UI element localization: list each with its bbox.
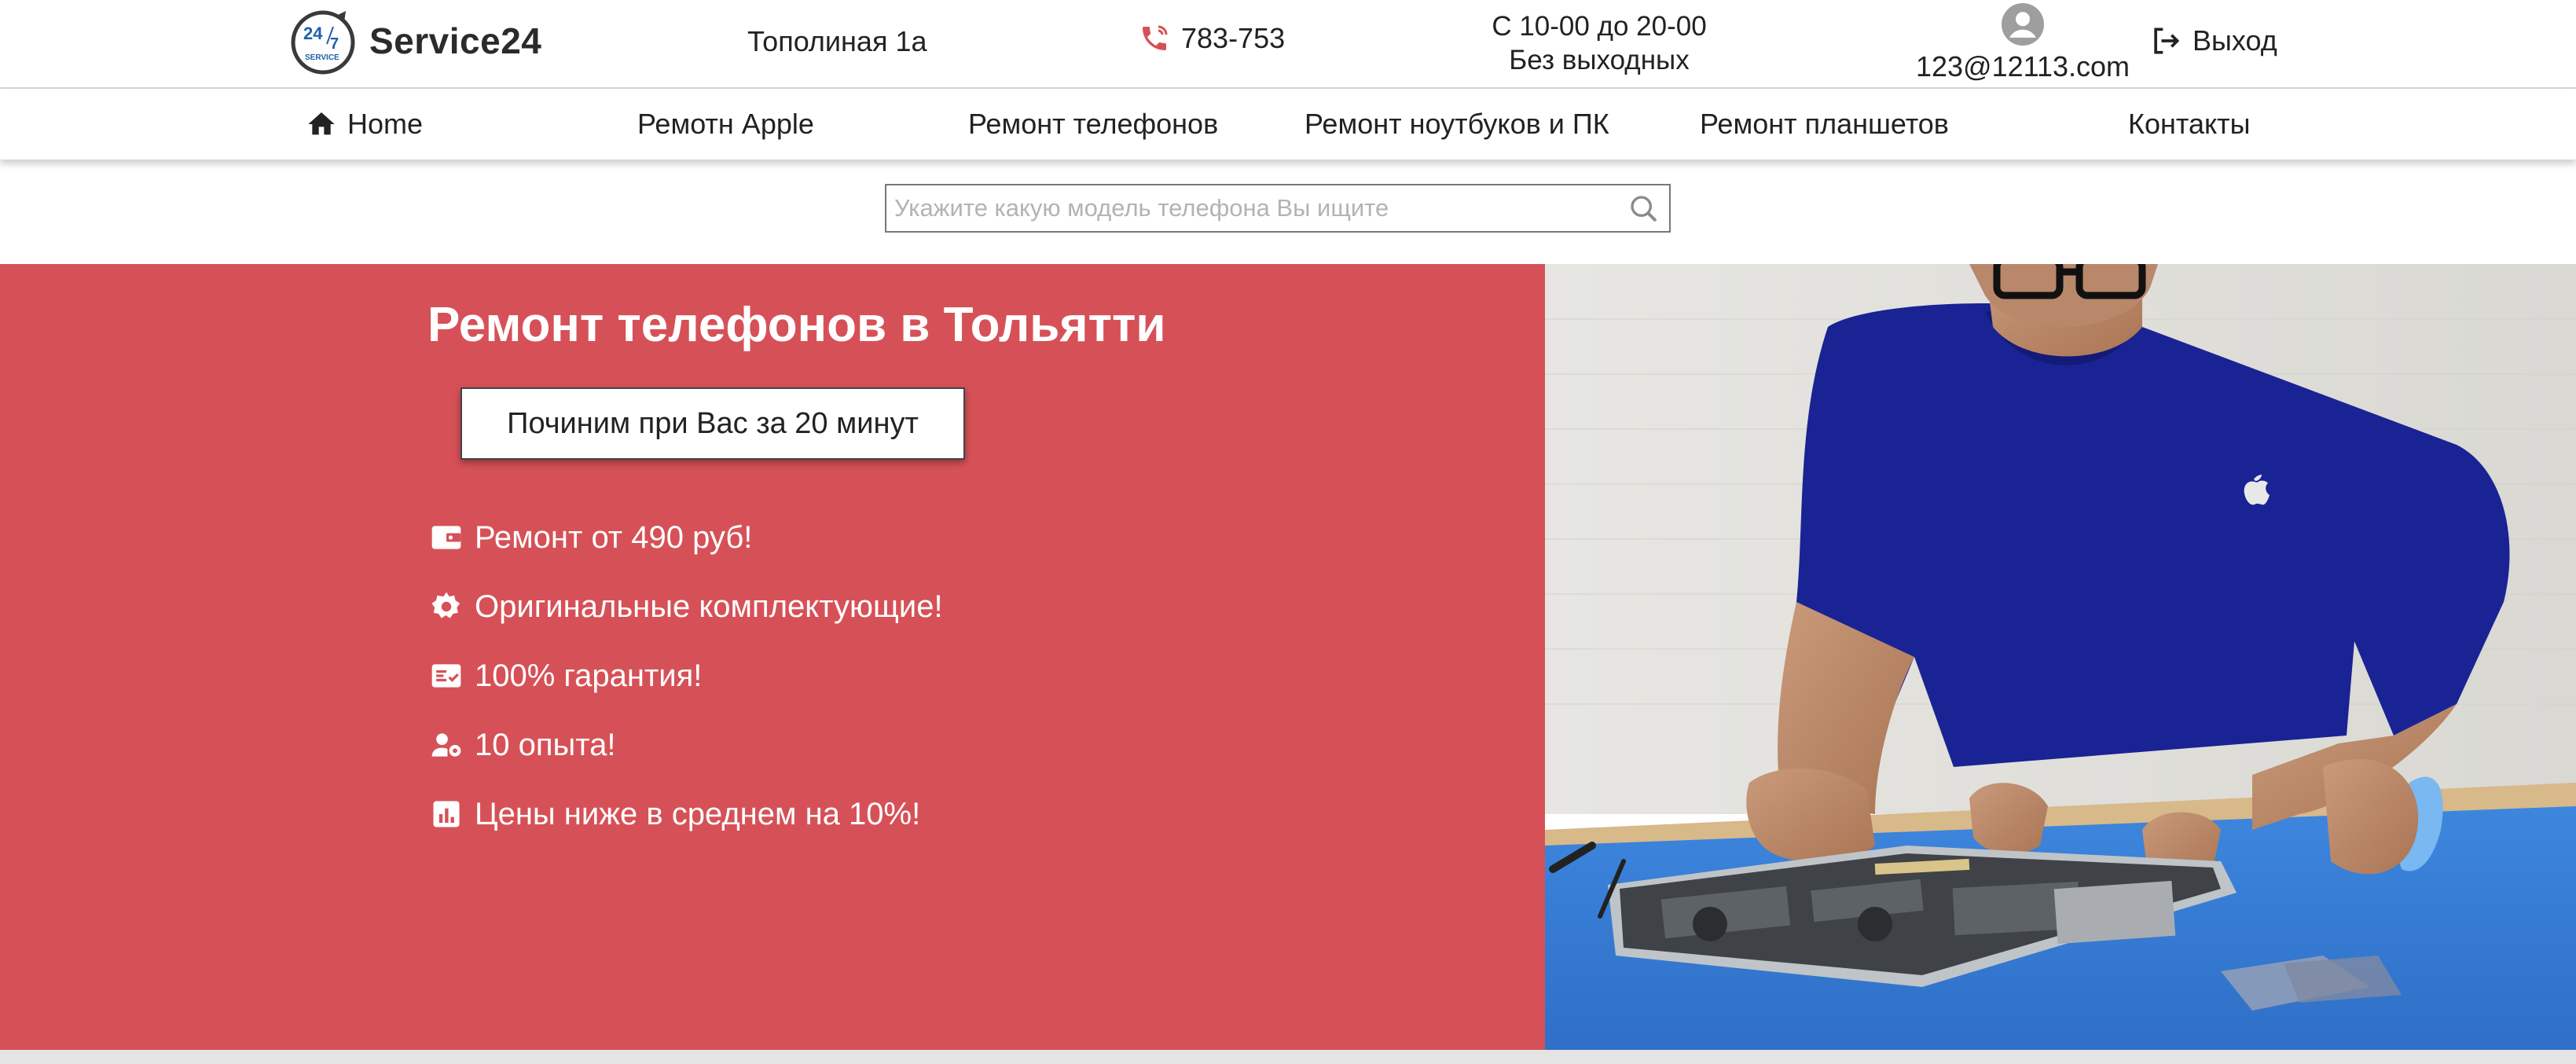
- logo-text: Service24: [369, 20, 542, 61]
- account-info[interactable]: 123@12113.com: [1914, 3, 2131, 83]
- search-box: [885, 184, 1671, 233]
- logout-icon: [2154, 28, 2180, 54]
- feature-item: Ремонт от 490 руб!: [429, 503, 943, 572]
- nav-item-tablets[interactable]: Ремонт планшетов: [1700, 108, 1949, 141]
- section-divider: [0, 1050, 2576, 1064]
- user-gear-icon: [431, 733, 461, 757]
- search-input[interactable]: [886, 185, 1617, 231]
- address: Тополиная 1а: [747, 25, 927, 57]
- working-hours: С 10-00 до 20-00 Без выходных: [1470, 9, 1729, 77]
- repair-cta-button[interactable]: Починим при Вас за 20 минут: [461, 387, 965, 460]
- logo-24-7-icon: 24 7 SERVICE: [291, 10, 355, 75]
- nav-item-apple[interactable]: Ремотн Apple: [637, 108, 814, 141]
- nav-item-home[interactable]: Home: [305, 108, 423, 141]
- logo[interactable]: 24 7 SERVICE Service24: [288, 3, 541, 79]
- feature-text: Цены ниже в среднем на 10%!: [475, 796, 921, 831]
- hours-line-2: Без выходных: [1509, 45, 1690, 75]
- feature-item: 10 опыта!: [429, 710, 943, 780]
- checklist-icon: [431, 664, 461, 688]
- phone-link[interactable]: 783-753: [1139, 22, 1285, 55]
- main-nav: Home Ремотн Apple Ремонт телефонов Ремон…: [0, 90, 2576, 160]
- nav-item-laptops[interactable]: Ремонт ноутбуков и ПК: [1305, 108, 1609, 141]
- home-icon: [308, 112, 335, 135]
- feature-text: 10 опыта!: [475, 727, 616, 762]
- nav-item-label: Home: [347, 108, 424, 140]
- gear-icon: [431, 592, 461, 618]
- top-bar: 24 7 SERVICE Service24 Тополиная 1а 783-…: [0, 0, 2576, 89]
- wallet-icon: [431, 526, 461, 549]
- logout-button[interactable]: Выход: [2149, 24, 2277, 58]
- nav-item-contacts[interactable]: Контакты: [2128, 108, 2251, 141]
- feature-text: Оригинальные комплектующие!: [475, 589, 943, 624]
- search-icon[interactable]: [1628, 193, 1660, 225]
- phone-number: 783-753: [1181, 22, 1286, 54]
- nav-item-phones[interactable]: Ремонт телефонов: [968, 108, 1218, 141]
- technician-repair-photo: [1545, 264, 2576, 1050]
- logout-label: Выход: [2193, 24, 2277, 57]
- features-list: Ремонт от 490 руб! Оригинальные комплект…: [429, 503, 943, 849]
- feature-item: Оригинальные комплектующие!: [429, 572, 943, 641]
- hero-photo: [1545, 264, 2576, 1050]
- phone-icon: [1143, 25, 1168, 50]
- user-email: 123@12113.com: [1915, 50, 2130, 83]
- feature-item: 100% гарантия!: [429, 641, 943, 710]
- chart-icon: [433, 801, 460, 827]
- feature-text: Ремонт от 490 руб!: [475, 519, 753, 555]
- svg-text:7: 7: [330, 35, 339, 53]
- avatar-icon: [2002, 3, 2044, 46]
- hours-line-1: С 10-00 до 20-00: [1492, 11, 1707, 42]
- hero-title: Ремонт телефонов в Тольятти: [427, 298, 1166, 352]
- svg-text:24: 24: [303, 24, 323, 43]
- feature-text: 100% гарантия!: [475, 658, 703, 693]
- svg-text:SERVICE: SERVICE: [305, 53, 339, 62]
- feature-item: Цены ниже в среднем на 10%!: [429, 780, 943, 849]
